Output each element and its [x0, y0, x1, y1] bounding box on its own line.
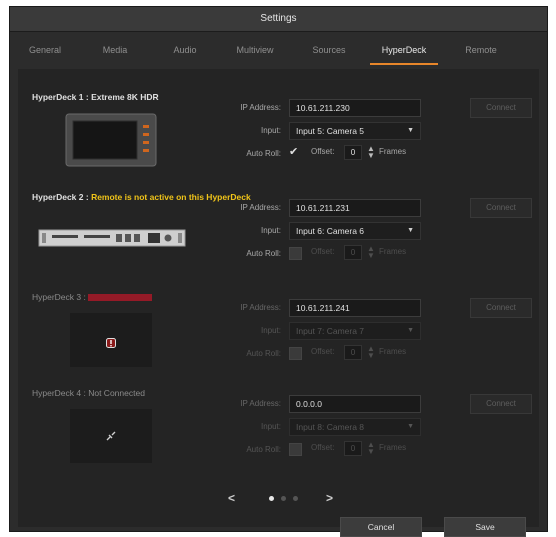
hyperdeck-3-input-select[interactable]: Input 7: Camera 7 ▼: [289, 322, 421, 340]
ip-address-label: IP Address:: [240, 103, 281, 112]
hyperdeck-3-offset-input[interactable]: 0: [344, 345, 362, 360]
save-button[interactable]: Save: [444, 517, 526, 537]
hyperdeck-1-ip-input[interactable]: 10.61.211.230: [289, 99, 421, 117]
hyperdeck-4-section: HyperDeck 4 : Not Connected IP Address: …: [18, 385, 539, 485]
hyperdeck-3-status-redacted: [88, 294, 153, 302]
ip-address-label: IP Address:: [240, 203, 281, 212]
hyperdeck-2-input-select[interactable]: Input 6: Camera 6 ▼: [289, 222, 421, 240]
hyperdeck-4-auto-roll-checkbox[interactable]: [289, 443, 302, 456]
hyperdeck-3-title: HyperDeck 3 :: [32, 292, 153, 302]
hyperdeck-4-connect-button[interactable]: Connect: [470, 394, 532, 414]
settings-window: Settings General Media Audio Multiview S…: [9, 6, 548, 537]
hyperdeck-4-title: HyperDeck 4 : Not Connected: [32, 388, 145, 398]
input-label: Input:: [260, 326, 281, 335]
input-label: Input:: [260, 422, 281, 431]
hyperdeck-3-connect-button[interactable]: Connect: [470, 298, 532, 318]
page-dot-1[interactable]: [269, 496, 274, 501]
hyperdeck-2-title: HyperDeck 2 : Remote is not active on th…: [32, 192, 251, 202]
page-dot-2[interactable]: [281, 496, 286, 501]
auto-roll-label: Auto Roll:: [246, 445, 281, 454]
offset-stepper-icon[interactable]: ▲ ▼: [367, 441, 375, 456]
hyperdeck-2-ip-input[interactable]: 10.61.211.231: [289, 199, 421, 217]
chevron-left-icon[interactable]: <: [228, 491, 235, 505]
hyperdeck-1-section: HyperDeck 1 : Extreme 8K HDR IP Address:…: [18, 89, 539, 189]
hyperdeck-3-thumbnail: [70, 313, 152, 367]
hyperdeck-2-status: Remote is not active on this HyperDeck: [91, 192, 251, 202]
auto-roll-label: Auto Roll:: [246, 349, 281, 358]
disconnected-plug-icon: [104, 429, 118, 448]
auto-roll-label: Auto Roll:: [246, 149, 281, 158]
hyperdeck-panel: HyperDeck 1 : Extreme 8K HDR IP Address:…: [18, 69, 539, 537]
hyperdeck-1-status: Extreme 8K HDR: [91, 92, 159, 102]
chevron-down-icon: ▼: [407, 127, 414, 134]
input-label: Input:: [260, 126, 281, 135]
hyperdeck-1-connect-button[interactable]: Connect: [470, 98, 532, 118]
hyperdeck-studio-rack-icon: [38, 227, 186, 254]
hyperdeck-3-auto-roll-checkbox[interactable]: [289, 347, 302, 360]
active-tab-indicator: [370, 63, 438, 65]
hyperdeck-1-offset-input[interactable]: 0: [344, 145, 362, 160]
offset-stepper-icon[interactable]: ▲ ▼: [367, 245, 375, 260]
ip-address-label: IP Address:: [240, 399, 281, 408]
window-title: Settings: [10, 7, 547, 32]
hyperdeck-4-ip-input[interactable]: 0.0.0.0: [289, 395, 421, 413]
hyperdeck-3-ip-input[interactable]: 10.61.211.241: [289, 299, 421, 317]
hyperdeck-3-auto-roll: Offset: 0 ▲ ▼ Frames: [289, 345, 439, 361]
hyperdeck-2-connect-button[interactable]: Connect: [470, 198, 532, 218]
tab-remote[interactable]: Remote: [453, 31, 509, 69]
chevron-right-icon[interactable]: >: [326, 491, 333, 505]
tab-media[interactable]: Media: [90, 31, 140, 69]
hyperdeck-1-title: HyperDeck 1 : Extreme 8K HDR: [32, 92, 159, 102]
hyperdeck-4-input-select[interactable]: Input 8: Camera 8 ▼: [289, 418, 421, 436]
offset-stepper-icon[interactable]: ▲ ▼: [367, 145, 375, 160]
hyperdeck-2-offset-input[interactable]: 0: [344, 245, 362, 260]
cancel-button[interactable]: Cancel: [340, 517, 422, 537]
hyperdeck-2-section: HyperDeck 2 : Remote is not active on th…: [18, 189, 539, 289]
hyperdeck-1-auto-roll-checkbox[interactable]: ✔: [289, 145, 298, 158]
hyperdeck-4-auto-roll: Offset: 0 ▲ ▼ Frames: [289, 441, 439, 457]
chevron-down-icon: ▼: [407, 327, 414, 334]
chevron-down-icon: ▼: [407, 227, 414, 234]
hyperdeck-3-section: HyperDeck 3 : IP Address: 10.61.211.241 …: [18, 289, 539, 389]
ip-address-label: IP Address:: [240, 303, 281, 312]
chevron-down-icon: ▼: [407, 423, 414, 430]
hyperdeck-1-input-select[interactable]: Input 5: Camera 5 ▼: [289, 122, 421, 140]
hyperdeck-2-auto-roll: Offset: 0 ▲ ▼ Frames: [289, 245, 439, 261]
tab-multiview[interactable]: Multiview: [224, 31, 286, 69]
hyperdeck-4-offset-input[interactable]: 0: [344, 441, 362, 456]
hyperdeck-1-auto-roll: ✔ Offset: 0 ▲ ▼ Frames: [289, 144, 407, 160]
hyperdeck-4-thumbnail: [70, 409, 152, 463]
tab-bar: General Media Audio Multiview Sources Hy…: [10, 31, 547, 69]
tab-general[interactable]: General: [20, 31, 70, 69]
hyperdeck-4-status: Not Connected: [88, 388, 145, 398]
page-navigation: < >: [228, 491, 348, 507]
tab-audio[interactable]: Audio: [160, 31, 210, 69]
input-label: Input:: [260, 226, 281, 235]
offset-stepper-icon[interactable]: ▲ ▼: [367, 345, 375, 360]
tab-sources[interactable]: Sources: [299, 31, 359, 69]
hyperdeck-extreme-8k-icon: [65, 113, 157, 172]
page-dot-3[interactable]: [293, 496, 298, 501]
auto-roll-label: Auto Roll:: [246, 249, 281, 258]
error-icon: [106, 335, 116, 353]
hyperdeck-2-auto-roll-checkbox[interactable]: [289, 247, 302, 260]
